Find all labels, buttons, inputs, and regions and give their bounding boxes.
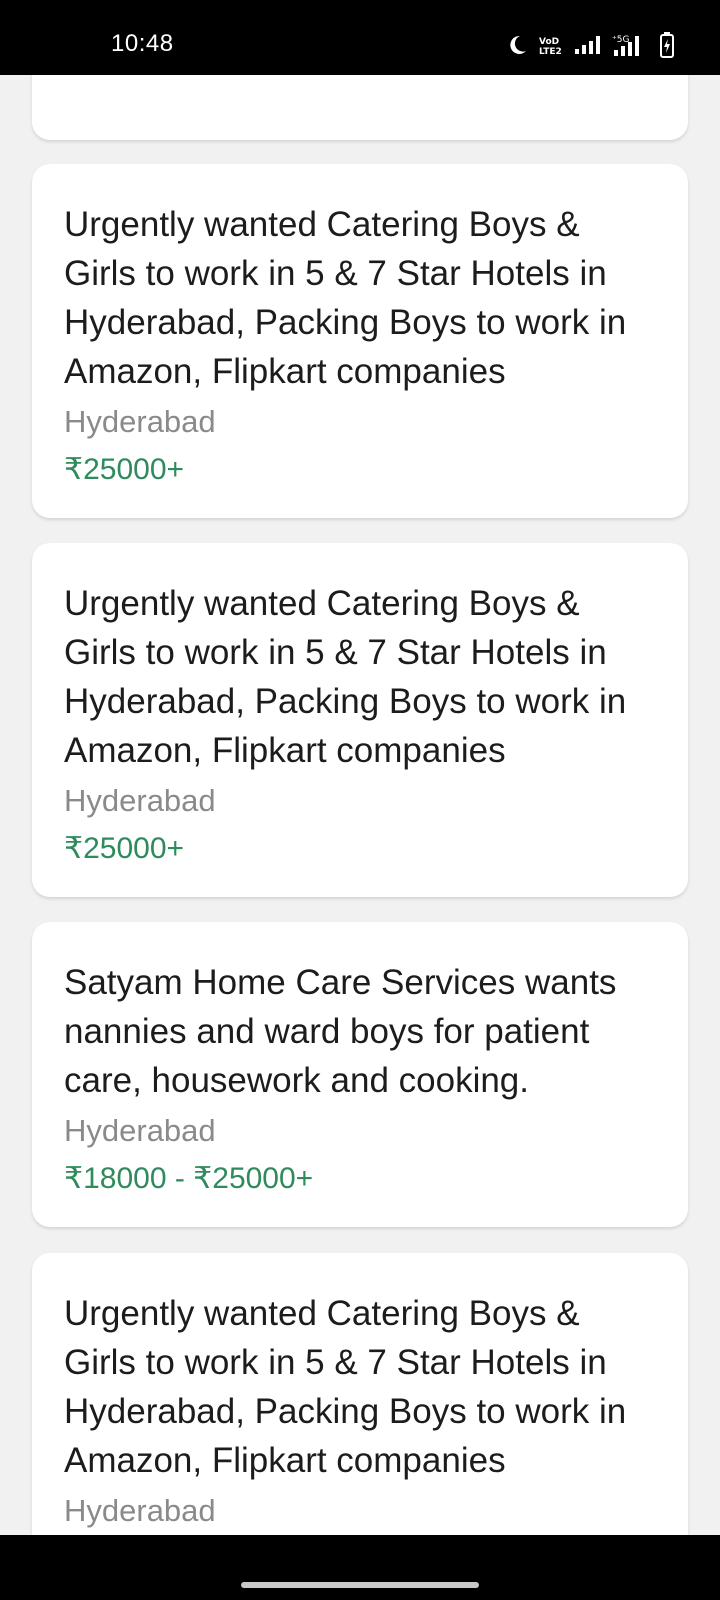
status-bar: 10:48 VoD LTE2 ⁺5G xyxy=(0,0,720,75)
home-gesture-handle[interactable] xyxy=(241,1582,479,1588)
svg-text:⁺5G: ⁺5G xyxy=(612,35,629,45)
job-title: Satyam Home Care Services wants nannies … xyxy=(64,963,617,1100)
job-salary: ₹25000+ xyxy=(64,453,185,486)
job-listing-feed[interactable]: Urgently wanted Catering Boys & Girls to… xyxy=(0,75,720,1535)
job-title: Urgently wanted Catering Boys & Girls to… xyxy=(64,1294,627,1480)
5g-signal-icon: ⁺5G xyxy=(610,33,650,57)
job-card[interactable]: Satyam Home Care Services wants nannies … xyxy=(32,922,688,1227)
svg-text:LTE2: LTE2 xyxy=(539,47,562,56)
signal-icon xyxy=(574,35,600,55)
job-location: Hyderabad xyxy=(64,404,216,439)
status-time: 10:48 xyxy=(111,30,174,57)
job-title: Urgently wanted Catering Boys & Girls to… xyxy=(64,205,627,391)
job-card[interactable] xyxy=(32,75,688,140)
status-icons: VoD LTE2 ⁺5G xyxy=(506,30,674,60)
battery-charging-icon xyxy=(660,32,674,58)
job-location: Hyderabad xyxy=(64,783,216,818)
job-title: Urgently wanted Catering Boys & Girls to… xyxy=(64,584,627,770)
job-card[interactable]: Urgently wanted Catering Boys & Girls to… xyxy=(32,164,688,518)
navigation-bar xyxy=(0,1535,720,1600)
moon-icon xyxy=(506,34,528,56)
svg-text:VoD: VoD xyxy=(539,37,559,47)
job-location: Hyderabad xyxy=(64,1493,216,1528)
job-salary: ₹25000+ xyxy=(64,832,185,865)
volte-icon: VoD LTE2 xyxy=(538,34,564,56)
job-location: Hyderabad xyxy=(64,1113,216,1148)
job-card[interactable]: Urgently wanted Catering Boys & Girls to… xyxy=(32,1253,688,1535)
job-card[interactable]: Urgently wanted Catering Boys & Girls to… xyxy=(32,543,688,897)
job-salary: ₹18000 - ₹25000+ xyxy=(64,1162,314,1195)
